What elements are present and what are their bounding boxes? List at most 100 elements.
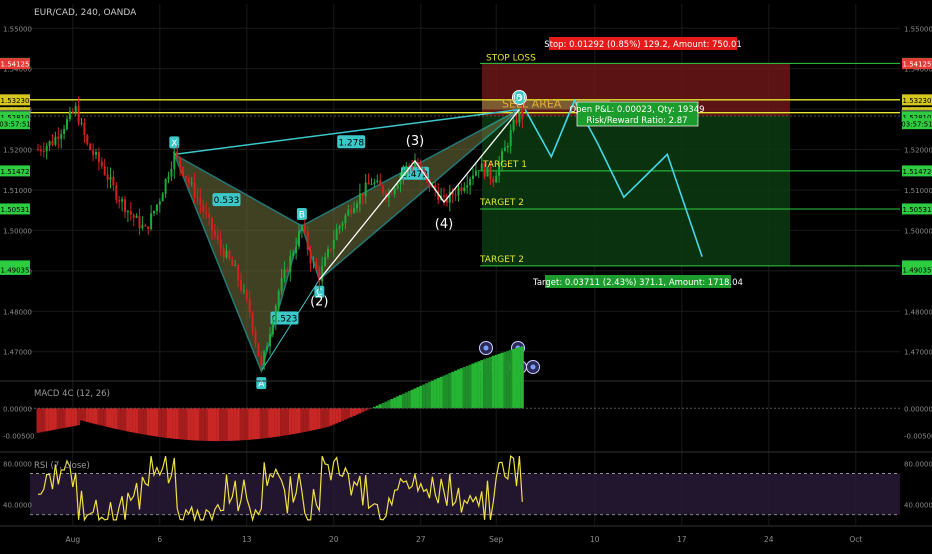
candle-body bbox=[49, 141, 51, 146]
candle-body bbox=[130, 211, 132, 215]
macd-histogram-bar bbox=[503, 352, 506, 409]
price-tag-label: 1.51472 bbox=[903, 168, 932, 176]
candle-body bbox=[275, 306, 277, 323]
candle-body bbox=[463, 188, 465, 191]
candle-body bbox=[397, 184, 399, 188]
candle-body bbox=[255, 331, 257, 343]
candle-body bbox=[214, 231, 216, 236]
candle-body bbox=[313, 262, 315, 263]
candle-body bbox=[475, 170, 477, 175]
pnl-text: Open P&L: 0.00023, Qty: 19349 bbox=[569, 105, 704, 115]
macd-histogram-bar bbox=[199, 408, 202, 440]
rsi-band bbox=[30, 474, 900, 515]
candle-body bbox=[101, 162, 103, 167]
macd-histogram-bar bbox=[298, 408, 301, 433]
macd-histogram-bar bbox=[300, 408, 303, 432]
macd-histogram-bar bbox=[144, 408, 147, 434]
price-tag-label: 1.54125 bbox=[1, 61, 30, 69]
macd-histogram-bar bbox=[466, 366, 469, 408]
macd-histogram-bar bbox=[179, 408, 182, 439]
time-tick-label: Oct bbox=[849, 535, 862, 544]
macd-histogram-bar bbox=[440, 377, 443, 408]
candle-body bbox=[324, 257, 326, 266]
time-tick-label: 13 bbox=[242, 535, 252, 544]
price-tag-label: 03:57:51 bbox=[901, 121, 932, 129]
macd-histogram-bar bbox=[312, 408, 315, 430]
left-tick-label: 1.48000 bbox=[3, 308, 32, 316]
macd-histogram-bar bbox=[396, 396, 399, 408]
right-tick-label: 1.55000 bbox=[904, 25, 932, 33]
candle-body bbox=[179, 157, 181, 167]
macd-histogram-bar bbox=[158, 408, 161, 437]
wave-label: (2) bbox=[310, 295, 328, 310]
left-tick-label: 1.47000 bbox=[3, 349, 32, 357]
macd-histogram-bar bbox=[106, 408, 109, 427]
candle-body bbox=[260, 356, 262, 365]
candle-body bbox=[141, 225, 143, 228]
candle-body bbox=[382, 186, 384, 193]
macd-histogram-bar bbox=[477, 361, 480, 408]
macd-histogram-bar bbox=[109, 408, 112, 427]
candle-body bbox=[127, 211, 129, 212]
take-profit-zone bbox=[482, 116, 790, 266]
candle-body bbox=[153, 211, 155, 213]
candle-body bbox=[391, 194, 393, 195]
candle-body bbox=[362, 193, 364, 196]
candle-body bbox=[104, 166, 106, 174]
macd-histogram-bar bbox=[248, 408, 251, 439]
candle-body bbox=[284, 269, 286, 278]
time-tick-label: 17 bbox=[677, 535, 687, 544]
symbol-label[interactable]: EUR/CAD, 240, OANDA bbox=[34, 8, 137, 18]
candle-body bbox=[327, 249, 329, 257]
macd-histogram-bar bbox=[411, 390, 414, 409]
candle-body bbox=[43, 151, 45, 152]
price-tag-label: 1.51472 bbox=[1, 168, 30, 176]
candle-body bbox=[162, 194, 164, 202]
macd-histogram-bar bbox=[245, 408, 248, 440]
candle-body bbox=[168, 177, 170, 179]
candle-body bbox=[356, 204, 358, 208]
macd-histogram-bar bbox=[147, 408, 150, 435]
macd-histogram-bar bbox=[315, 408, 318, 429]
macd-histogram-bar bbox=[211, 408, 214, 441]
macd-histogram-bar bbox=[271, 408, 274, 437]
macd-histogram-bar bbox=[512, 349, 515, 408]
candle-body bbox=[110, 177, 112, 180]
macd-histogram-bar bbox=[80, 408, 83, 420]
macd-histogram-bar bbox=[318, 408, 321, 429]
candle-body bbox=[86, 135, 88, 143]
rsi-tick-label: 80.0000 bbox=[3, 460, 32, 468]
macd-histogram-bar bbox=[295, 408, 298, 433]
candle-body bbox=[69, 111, 71, 119]
pattern-point-label: B bbox=[299, 210, 305, 220]
candle-body bbox=[469, 179, 471, 185]
candle-body bbox=[379, 180, 381, 185]
candle-body bbox=[298, 231, 300, 247]
candlestick-chart[interactable]: XABCD0.5330.5231.2783.472 (2)(3)(4)(5) S… bbox=[0, 0, 932, 550]
candle-body bbox=[243, 290, 245, 291]
macd-histogram-bar bbox=[353, 408, 356, 416]
candle-body bbox=[333, 240, 335, 249]
rsi-tick-label: 40.0000 bbox=[3, 501, 32, 509]
candle-body bbox=[107, 175, 109, 180]
macd-histogram-bar bbox=[274, 408, 277, 437]
macd-title: MACD 4C (12, 26) bbox=[34, 389, 110, 399]
price-tag-label: 1.53230 bbox=[903, 97, 932, 105]
candle-body bbox=[115, 185, 117, 199]
macd-tick-label: 0.00000 bbox=[3, 405, 32, 413]
rsi-tick-label: 40.0000 bbox=[904, 501, 932, 509]
wave-label: (3) bbox=[406, 134, 424, 149]
candle-body bbox=[95, 152, 97, 155]
macd-histogram-bar bbox=[155, 408, 158, 436]
macd-histogram-bar bbox=[124, 408, 127, 431]
macd-histogram-bar bbox=[196, 408, 199, 440]
candle-body bbox=[295, 247, 297, 254]
candle-body bbox=[237, 265, 239, 280]
macd-histogram-bar bbox=[126, 408, 129, 431]
macd-histogram-bar bbox=[327, 408, 330, 427]
macd-histogram-bar bbox=[419, 386, 422, 408]
risk-reward-zones bbox=[482, 63, 790, 266]
sell-area-label: SELL AREA bbox=[502, 98, 562, 111]
candle-body bbox=[165, 179, 167, 194]
macd-histogram-bar bbox=[469, 365, 472, 409]
